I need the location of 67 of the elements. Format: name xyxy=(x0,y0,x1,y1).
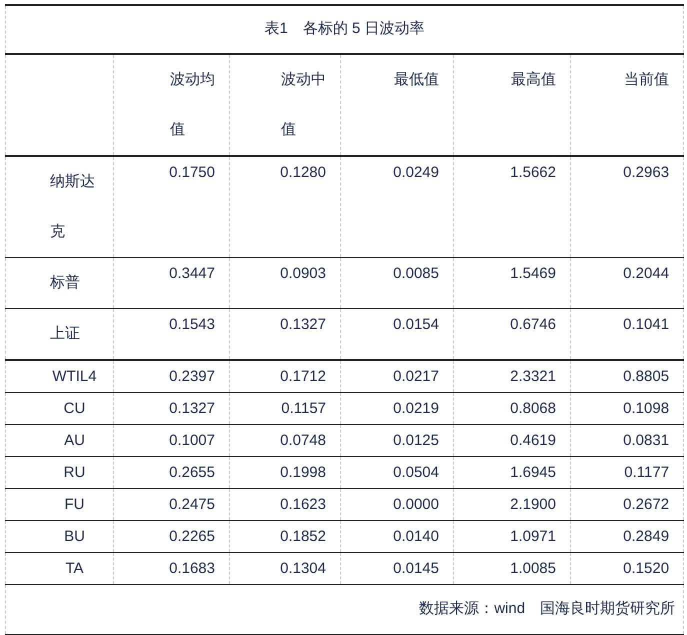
table-cell: 1.0971 xyxy=(510,528,556,545)
table-cell: 0.1007 xyxy=(169,432,215,449)
source-note: 数据来源：wind 国海良时期货研究所 xyxy=(419,600,676,617)
row-label: FU xyxy=(64,495,84,515)
table-cell: 0.3447 xyxy=(169,265,215,282)
table-cell: 0.0000 xyxy=(393,496,439,513)
table-cell: 1.6945 xyxy=(510,464,556,481)
table-cell: 0.1623 xyxy=(280,496,326,513)
table-cell: 0.8805 xyxy=(623,368,670,385)
table-cell: 0.2397 xyxy=(169,368,215,385)
table-cell: 0.0748 xyxy=(280,432,326,449)
table-cell: 0.0249 xyxy=(393,164,439,181)
table-cell: 0.0219 xyxy=(393,400,439,417)
table-cell: 0.2044 xyxy=(623,265,670,282)
table-cell: 2.3321 xyxy=(510,368,556,385)
column-header: 最低值 xyxy=(394,70,439,90)
table-cell: 0.2963 xyxy=(623,164,670,181)
table-cell: 0.0125 xyxy=(393,432,439,449)
table-cell: 0.1520 xyxy=(623,560,670,577)
column-header: 波动均值 xyxy=(170,70,215,140)
table-cell: 0.1750 xyxy=(169,164,215,181)
table-cell: 0.4619 xyxy=(510,432,556,449)
column-header: 最高值 xyxy=(511,70,556,90)
table-cell: 0.1098 xyxy=(623,400,670,417)
table-cell: 0.0140 xyxy=(393,528,439,545)
table-cell: 1.0085 xyxy=(510,560,556,577)
row-label: BU xyxy=(64,527,85,547)
table-cell: 0.6746 xyxy=(510,316,556,333)
table-cell: 0.0145 xyxy=(393,560,439,577)
row-label: TA xyxy=(65,559,84,579)
table-cell: 0.1157 xyxy=(281,400,326,417)
table-cell: 0.1177 xyxy=(624,464,670,481)
table-cell: 0.1304 xyxy=(280,560,326,577)
row-label: CU xyxy=(64,399,86,419)
table-cell: 0.0154 xyxy=(393,316,439,333)
table-cell: 0.0085 xyxy=(393,265,439,282)
table-cell: 0.1998 xyxy=(280,464,326,481)
table-title: 表1 各标的 5 日波动率 xyxy=(264,20,425,38)
table-cell: 0.1712 xyxy=(280,368,326,385)
table-cell: 0.2849 xyxy=(623,528,670,545)
column-header: 当前值 xyxy=(624,70,670,90)
table-cell: 0.1543 xyxy=(169,316,215,333)
row-label: RU xyxy=(64,463,86,483)
table-cell: 0.2655 xyxy=(169,464,215,481)
table-cell: 0.2265 xyxy=(169,528,215,545)
row-label: 纳斯达克 xyxy=(50,172,95,242)
row-label: 上证 xyxy=(50,324,80,344)
row-label: AU xyxy=(64,431,85,451)
row-label: 标普 xyxy=(50,273,80,293)
table-cell: 0.0903 xyxy=(280,265,326,282)
table-cell: 0.0831 xyxy=(623,432,670,449)
table-cell: 0.1327 xyxy=(169,400,215,417)
table-cell: 0.1683 xyxy=(169,560,215,577)
table-cell: 1.5469 xyxy=(510,265,556,282)
table-cell: 0.2475 xyxy=(169,496,215,513)
table-cell: 0.2672 xyxy=(623,496,670,513)
column-header: 波动中值 xyxy=(281,70,326,140)
table-cell: 2.1900 xyxy=(510,496,556,513)
table-cell: 0.8068 xyxy=(510,400,556,417)
row-label: WTIL4 xyxy=(52,367,97,387)
table-cell: 0.1041 xyxy=(623,316,670,333)
table-cell: 0.1280 xyxy=(280,164,326,181)
table-cell: 1.5662 xyxy=(510,164,556,181)
table-cell: 0.1852 xyxy=(280,528,326,545)
table-cell: 0.1327 xyxy=(280,316,326,333)
table-cell: 0.0217 xyxy=(393,368,439,385)
table-cell: 0.0504 xyxy=(393,464,439,481)
